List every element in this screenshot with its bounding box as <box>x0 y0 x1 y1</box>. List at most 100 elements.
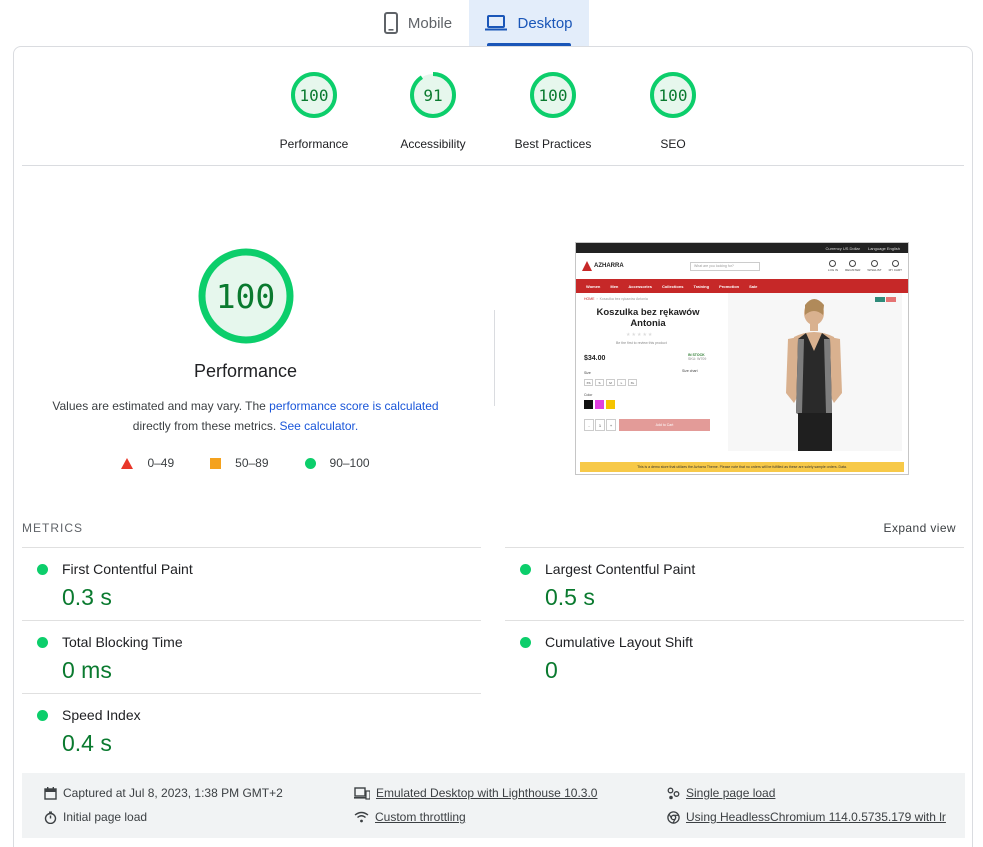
metric-fcp: First Contentful Paint 0.3 s <box>22 547 481 620</box>
info-using-text: Using HeadlessChromium 114.0.5735.179 wi… <box>686 810 946 824</box>
legend-label: 90–100 <box>329 456 370 470</box>
mobile-phone-icon <box>383 12 398 34</box>
thumb-swatches <box>584 400 615 409</box>
metric-name: Largest Contentful Paint <box>545 561 696 577</box>
thumb-nav-item: Promotion <box>719 283 740 289</box>
thumb-stock: IN STOCK SKU: W709 <box>688 353 706 361</box>
thumb-sku: SKU: W709 <box>688 357 707 361</box>
gauge-accessibility[interactable]: 91 Accessibility <box>373 71 493 151</box>
timer-icon <box>44 811 57 824</box>
gauge-performance[interactable]: 100 Performance <box>254 71 374 151</box>
note-text: Values are estimated and may vary. The <box>52 399 270 413</box>
legend-label: 50–89 <box>235 456 269 470</box>
info-captured-text: Captured at Jul 8, 2023, 1:38 PM GMT+2 <box>63 786 283 800</box>
performance-title: Performance <box>193 361 298 381</box>
thumb-qty-value: 1 <box>595 419 605 431</box>
device-tabs: Mobile Desktop <box>367 0 589 46</box>
metrics-header: METRICS Expand view <box>22 521 956 535</box>
thumb-nav: Women Men Accessories Collections Traini… <box>576 279 908 293</box>
metric-name: Cumulative Layout Shift <box>545 634 693 650</box>
info-emulated-text: Emulated Desktop with Lighthouse 10.3.0 <box>376 786 598 800</box>
thumb-review-prompt: Be the first to review this product <box>616 341 667 345</box>
thumb-breadcrumb-page: Koszulka bez rękawów Antonia <box>599 297 648 301</box>
final-screenshot[interactable]: Currency US Dollar Language English AZHA… <box>575 242 909 475</box>
thumb-product-image <box>728 293 902 451</box>
thumb-login-icon: LOG IN <box>828 260 838 272</box>
thumb-currency: Currency US Dollar <box>825 245 860 251</box>
thumb-size-option: XS <box>584 379 593 386</box>
thumb-header-icons: LOG IN REGISTER WISHLIST MY CART <box>828 260 902 272</box>
runtime-info: Captured at Jul 8, 2023, 1:38 PM GMT+2 I… <box>22 773 965 838</box>
info-throttling[interactable]: Custom throttling <box>354 810 466 824</box>
metric-value: 0.4 s <box>62 730 112 756</box>
thumb-product: HOME › Koszulka bez rękawów Antonia Kosz… <box>576 293 908 453</box>
info-single-text: Single page load <box>686 786 776 800</box>
gauge-seo[interactable]: 100 SEO <box>613 71 733 151</box>
metric-si: Speed Index 0.4 s <box>22 693 481 766</box>
thumb-nav-item: Women <box>586 283 601 289</box>
divider <box>494 310 495 406</box>
thumb-size-option: XL <box>628 379 637 386</box>
info-using[interactable]: Using HeadlessChromium 114.0.5735.179 wi… <box>667 810 946 824</box>
page-load-icon <box>667 787 680 800</box>
metric-cls: Cumulative Layout Shift 0 <box>505 620 964 693</box>
thumb-price: $34.00 <box>584 355 606 362</box>
metric-value: 0.3 s <box>62 584 112 610</box>
gauge-label: Performance <box>279 137 349 151</box>
gauge-ring: 100 <box>290 71 338 119</box>
thumb-minus: - <box>584 419 594 431</box>
metrics-column-right: Largest Contentful Paint 0.5 s Cumulativ… <box>505 547 964 693</box>
info-initial: Initial page load <box>44 810 147 824</box>
thumb-breadcrumb-home: HOME <box>584 297 595 301</box>
thumb-add-to-cart: Add to Cart <box>619 419 710 431</box>
performance-score: 100 <box>215 276 276 316</box>
thumb-demo-banner: This is a demo store that utilizes the A… <box>580 462 904 472</box>
thumb-qty: -1 + <box>584 419 616 431</box>
thumb-topbar: Currency US Dollar Language English <box>576 243 908 253</box>
triangle-icon <box>121 457 134 469</box>
metric-name: Total Blocking Time <box>62 634 183 650</box>
tab-mobile[interactable]: Mobile <box>367 0 469 46</box>
model-image-icon <box>728 293 902 451</box>
info-single[interactable]: Single page load <box>667 786 775 800</box>
see-calculator-link[interactable]: See calculator. <box>279 419 358 433</box>
legend-fail: 0–49 <box>121 456 174 470</box>
circle-icon <box>304 457 316 469</box>
logo-mark-icon <box>582 261 592 271</box>
gauge-ring: 91 <box>409 71 457 119</box>
tab-desktop-label: Desktop <box>517 14 573 32</box>
metric-tbt: Total Blocking Time 0 ms <box>22 620 481 693</box>
thumb-register-icon: REGISTER <box>845 260 860 272</box>
info-captured: Captured at Jul 8, 2023, 1:38 PM GMT+2 <box>44 786 283 800</box>
thumb-badges <box>875 297 896 302</box>
thumb-header: AZHARRA What are you looking for? LOG IN… <box>576 253 908 279</box>
metrics-title: METRICS <box>22 521 83 535</box>
calendar-icon <box>44 786 57 800</box>
metric-name: First Contentful Paint <box>62 561 193 577</box>
legend-pass: 90–100 <box>304 456 370 470</box>
metrics-column-left: First Contentful Paint 0.3 s Total Block… <box>22 547 481 766</box>
thumb-search: What are you looking for? <box>690 261 760 271</box>
legend-label: 0–49 <box>147 456 175 470</box>
info-emulated[interactable]: Emulated Desktop with Lighthouse 10.3.0 <box>354 786 597 800</box>
devices-icon <box>354 786 370 800</box>
thumb-nav-item: Sale <box>749 283 758 289</box>
gauge-score: 91 <box>423 85 443 105</box>
score-calculated-link[interactable]: performance score is calculated <box>269 399 438 413</box>
gauge-score: 100 <box>538 85 568 105</box>
thumb-language: Language English <box>867 245 900 251</box>
pass-dot-icon <box>520 637 531 648</box>
thumb-search-placeholder: What are you looking for? <box>694 264 734 268</box>
thumb-size-chart: Size chart <box>682 369 698 373</box>
score-gauges: 100 Performance 91 Accessibility 100 Bes… <box>14 71 972 171</box>
thumb-logo: AZHARRA <box>582 261 682 271</box>
score-note: Values are estimated and may vary. The p… <box>46 396 446 436</box>
gauge-best-practices[interactable]: 100 Best Practices <box>493 71 613 151</box>
divider <box>22 165 964 166</box>
expand-view-button[interactable]: Expand view <box>884 521 956 535</box>
thumb-nav-item: Accessories <box>628 283 652 289</box>
metric-value: 0 ms <box>62 657 112 683</box>
metric-lcp: Largest Contentful Paint 0.5 s <box>505 547 964 620</box>
tab-desktop[interactable]: Desktop <box>469 0 589 46</box>
score-legend: 0–49 50–89 90–100 <box>14 456 477 470</box>
